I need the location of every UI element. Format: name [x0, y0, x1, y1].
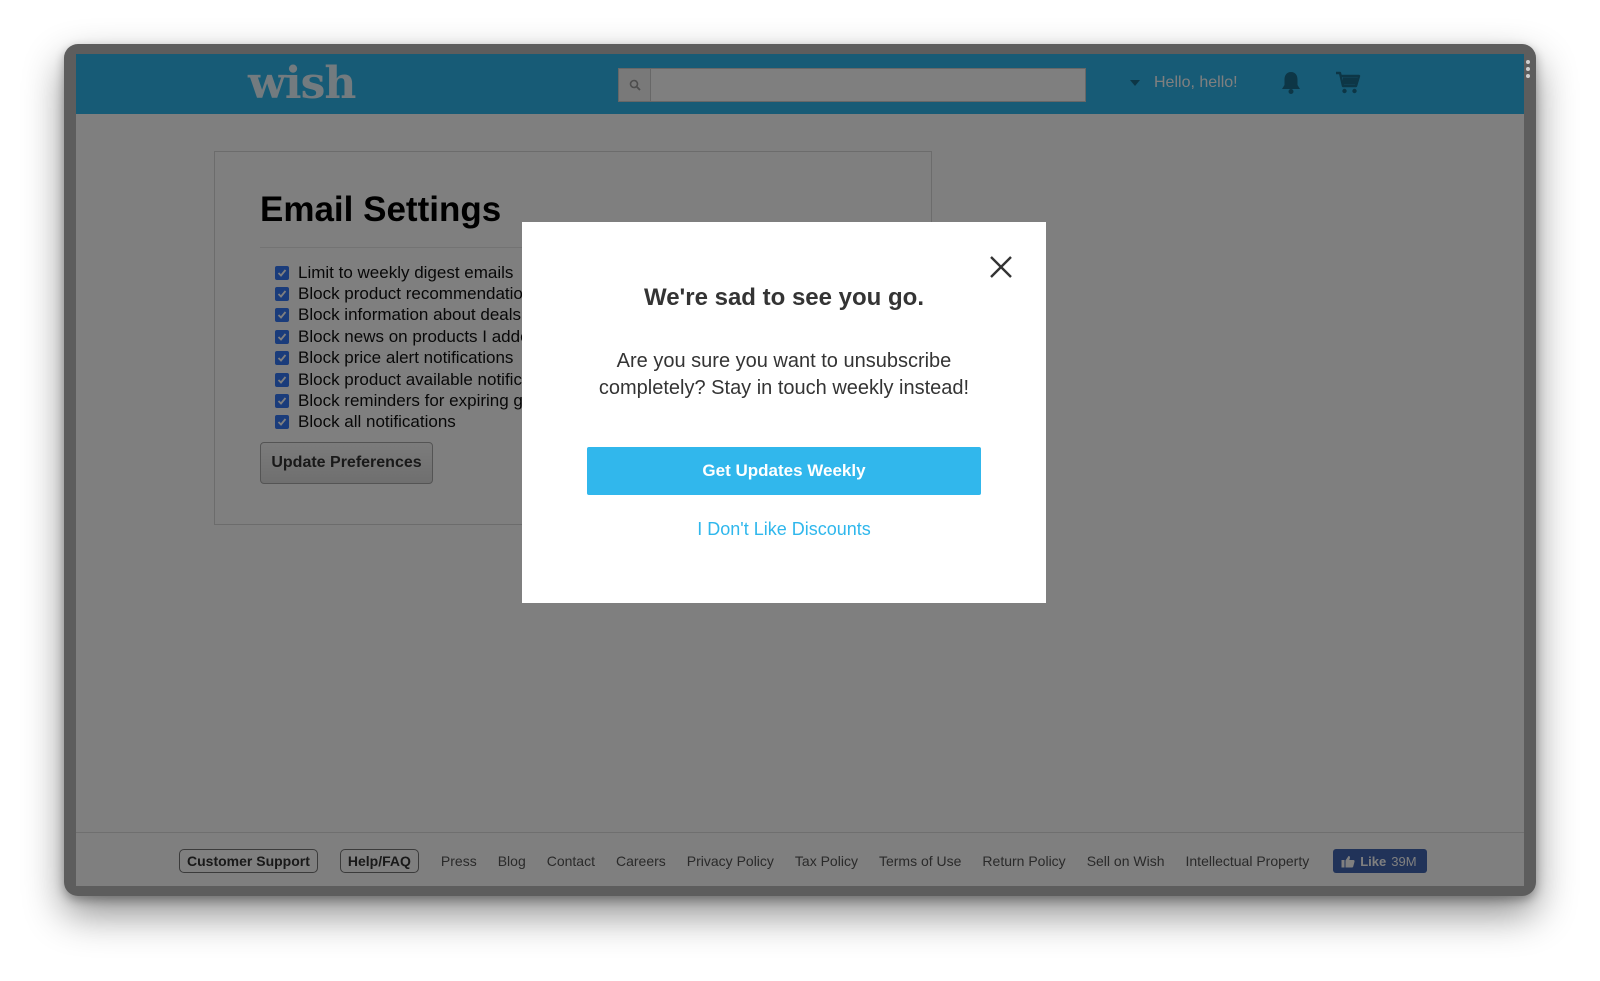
close-icon[interactable]: [986, 252, 1016, 282]
modal-message: Are you sure you want to unsubscribe com…: [598, 350, 970, 399]
modal-title: We're sad to see you go.: [643, 284, 924, 311]
browser-window: wish Hello, hello!: [64, 44, 1536, 896]
page-viewport: wish Hello, hello!: [76, 54, 1524, 886]
window-handle-icon: [1526, 60, 1530, 81]
get-updates-weekly-button[interactable]: Get Updates Weekly: [587, 447, 981, 495]
unsubscribe-modal: We're sad to see you go. Are you sure yo…: [522, 222, 1046, 603]
dont-like-discounts-link[interactable]: I Don't Like Discounts: [522, 519, 1046, 540]
